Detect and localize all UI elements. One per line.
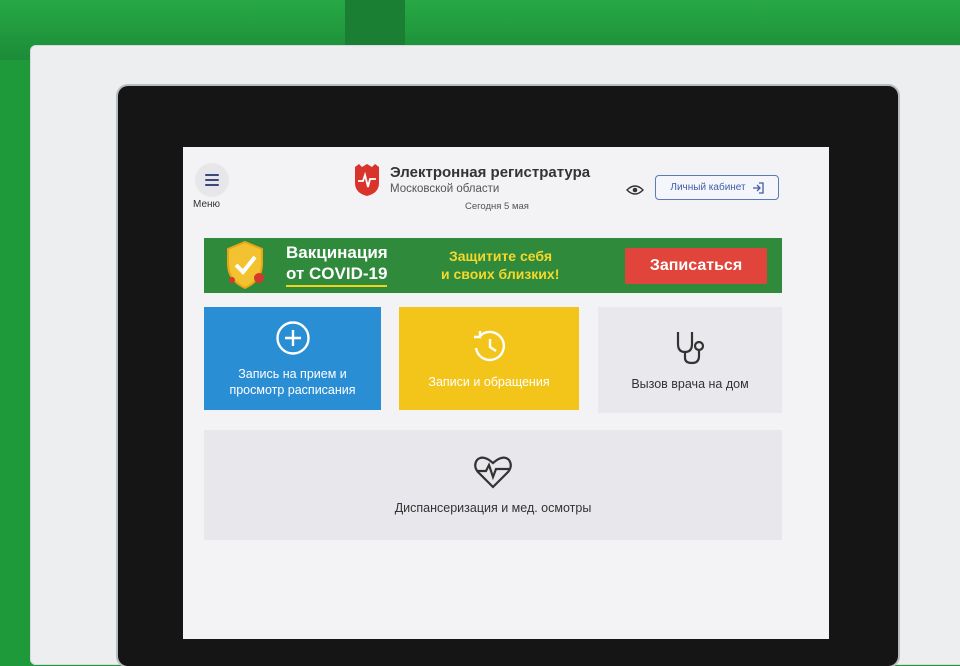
banner-headline-line2: от COVID-19 (286, 264, 388, 287)
stethoscope-icon (676, 332, 705, 365)
shield-check-icon (227, 240, 264, 290)
heartbeat-icon (474, 456, 512, 489)
personal-cabinet-button[interactable]: Личный кабинет (655, 175, 779, 200)
banner-headline-line1: Вакцинация (286, 243, 388, 262)
tile-appointment[interactable]: Запись на прием и просмотр расписания (204, 307, 381, 410)
cabinet-label: Личный кабинет (670, 182, 746, 193)
menu-button[interactable] (195, 163, 229, 197)
eye-icon[interactable] (626, 184, 644, 196)
tile-home-visit-label: Вызов врача на дом (631, 377, 749, 391)
tile-records-label: Записи и обращения (428, 374, 550, 389)
plus-circle-icon (275, 320, 310, 355)
menu-label: Меню (193, 199, 221, 210)
banner-slogan-line2: и своих близких! (441, 266, 560, 282)
vaccination-banner[interactable]: Вакцинация от COVID-19 Защитите себя и с… (204, 238, 782, 293)
hamburger-icon (205, 174, 219, 186)
history-icon (474, 330, 506, 361)
app-title: Электронная регистратура (390, 164, 591, 181)
book-vaccination-button[interactable]: Записаться (625, 248, 767, 284)
kiosk-screen: Меню Электронная регистратура Московской… (183, 147, 829, 639)
login-icon (752, 181, 764, 194)
coat-of-arms-icon (355, 164, 379, 196)
app-subtitle: Московской области (390, 183, 500, 195)
tile-records[interactable]: Записи и обращения (399, 307, 579, 410)
current-date: Сегодня 5 мая (465, 201, 529, 212)
tile-appointment-label-2: просмотр расписания (229, 382, 356, 397)
tile-home-visit[interactable]: Вызов врача на дом (598, 307, 782, 413)
tile-appointment-label-1: Запись на прием и (238, 366, 347, 381)
tile-checkup[interactable]: Диспансеризация и мед. осмотры (204, 430, 782, 540)
banner-slogan-line1: Защитите себя (449, 248, 552, 264)
tile-checkup-label: Диспансеризация и мед. осмотры (394, 501, 592, 515)
